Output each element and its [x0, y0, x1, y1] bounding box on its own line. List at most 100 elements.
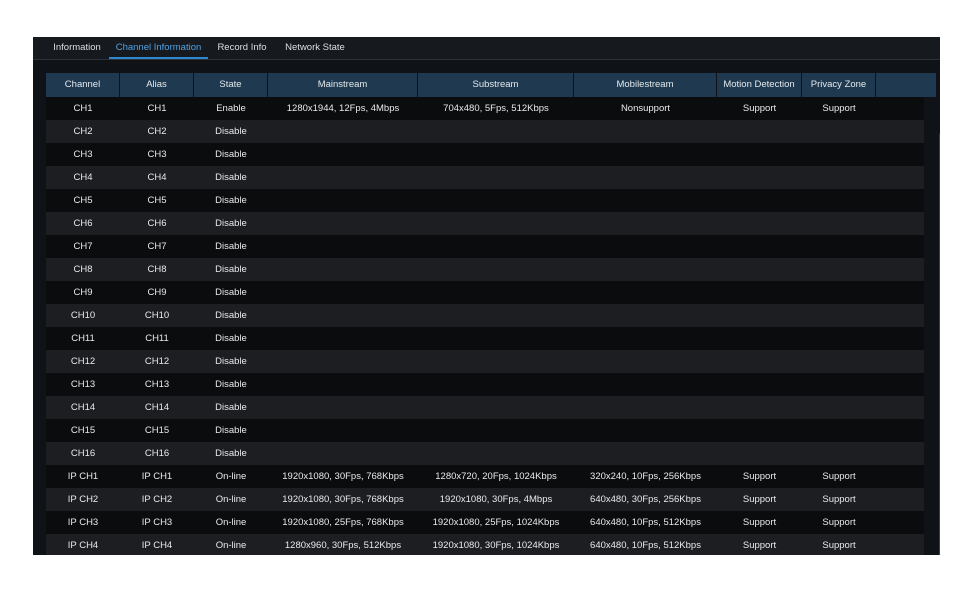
table-row[interactable]: IP CH2 IP CH2 On-line 1920x1080, 30Fps, 768…	[46, 488, 924, 511]
cell-channel: IP CH2	[67, 494, 99, 505]
cell-alias: CH1	[147, 103, 167, 114]
cell-state: On-line	[215, 471, 247, 482]
table-row[interactable]: CH9 CH9 Disable	[46, 281, 924, 304]
cell-alias: CH6	[147, 218, 167, 229]
cell-privacy-zone	[802, 304, 876, 327]
cell-privacy-zone	[802, 235, 876, 258]
cell-motion-detection	[717, 327, 802, 350]
table-row[interactable]: CH11 CH11 Disable	[46, 327, 924, 350]
cell-privacy-zone	[802, 281, 876, 304]
cell-mobilestream	[574, 235, 717, 258]
cell-motion-detection	[717, 166, 802, 189]
cell-privacy-zone	[802, 212, 876, 235]
table-row[interactable]: CH10 CH10 Disable	[46, 304, 924, 327]
cell-alias: CH15	[144, 425, 170, 436]
cell-substream	[418, 304, 574, 327]
cell-privacy-zone: Support	[822, 517, 856, 528]
cell-mobilestream: Nonsupport	[620, 103, 671, 114]
cell-channel: CH10	[70, 310, 96, 321]
cell-substream: 1280x720, 20Fps, 1024Kbps	[435, 471, 557, 482]
cell-privacy-zone: Support	[822, 494, 856, 505]
cell-state: On-line	[215, 494, 247, 505]
cell-alias: CH13	[144, 379, 170, 390]
cell-alias: CH16	[144, 448, 170, 459]
cell-motion-detection	[717, 350, 802, 373]
cell-mobilestream: 640x480, 10Fps, 512Kbps	[590, 540, 701, 551]
tab-record-info[interactable]: Record Info	[210, 37, 274, 59]
cell-state: Disable	[215, 379, 247, 390]
cell-mobilestream	[574, 166, 717, 189]
cell-mainstream	[268, 143, 418, 166]
cell-alias: CH8	[147, 264, 167, 275]
cell-mobilestream	[574, 304, 717, 327]
cell-channel: CH2	[73, 126, 93, 137]
cell-alias: CH14	[144, 402, 170, 413]
table-row[interactable]: CH7 CH7 Disable	[46, 235, 924, 258]
cell-mobilestream	[574, 212, 717, 235]
table-row[interactable]: CH8 CH8 Disable	[46, 258, 924, 281]
cell-privacy-zone	[802, 258, 876, 281]
cell-channel: CH15	[70, 425, 96, 436]
cell-mobilestream: 640x480, 30Fps, 256Kbps	[590, 494, 701, 505]
cell-mainstream	[268, 120, 418, 143]
table-row[interactable]: IP CH4 IP CH4 On-line 1280x960, 30Fps, 512K…	[46, 534, 924, 555]
cell-mainstream	[268, 396, 418, 419]
table-row[interactable]: CH2 CH2 Disable	[46, 120, 924, 143]
cell-mainstream	[268, 189, 418, 212]
cell-substream	[418, 120, 574, 143]
table-row[interactable]: CH12 CH12 Disable	[46, 350, 924, 373]
column-header-state: State	[194, 73, 268, 97]
cell-mobilestream: 640x480, 10Fps, 512Kbps	[590, 517, 701, 528]
cell-motion-detection	[717, 212, 802, 235]
cell-channel: IP CH3	[67, 517, 99, 528]
table-row[interactable]: CH1 CH1 Enable 1280x1944, 12Fps, 4Mbps 704x4…	[46, 97, 924, 120]
cell-alias: CH4	[147, 172, 167, 183]
tab-bar: Information Channel Information Record I…	[33, 37, 940, 60]
cell-mainstream	[268, 166, 418, 189]
cell-substream	[418, 373, 574, 396]
vertical-scrollbar[interactable]	[939, 133, 940, 555]
cell-channel: CH6	[73, 218, 93, 229]
table-row[interactable]: CH3 CH3 Disable	[46, 143, 924, 166]
cell-privacy-zone: Support	[822, 540, 856, 551]
cell-state: Disable	[215, 287, 247, 298]
cell-mainstream: 1920x1080, 30Fps, 768Kbps	[282, 494, 404, 505]
cell-substream	[418, 281, 574, 304]
cell-alias: IP CH2	[141, 494, 173, 505]
cell-alias: CH10	[144, 310, 170, 321]
table-row[interactable]: CH13 CH13 Disable	[46, 373, 924, 396]
table-row[interactable]: CH16 CH16 Disable	[46, 442, 924, 465]
cell-channel: IP CH1	[67, 471, 99, 482]
cell-substream	[418, 442, 574, 465]
table-row[interactable]: IP CH3 IP CH3 On-line 1920x1080, 25Fps, 768…	[46, 511, 924, 534]
table-row[interactable]: CH14 CH14 Disable	[46, 396, 924, 419]
tab-network-state[interactable]: Network State	[276, 37, 354, 59]
cell-mainstream: 1920x1080, 30Fps, 768Kbps	[282, 471, 404, 482]
tab-information[interactable]: Information	[41, 37, 113, 59]
cell-mobilestream	[574, 327, 717, 350]
table-row[interactable]: IP CH1 IP CH1 On-line 1920x1080, 30Fps, 768…	[46, 465, 924, 488]
cell-state: On-line	[215, 517, 247, 528]
table-row[interactable]: CH6 CH6 Disable	[46, 212, 924, 235]
column-header-spacer	[876, 73, 936, 97]
cell-mobilestream	[574, 373, 717, 396]
column-header-alias: Alias	[120, 73, 194, 97]
cell-state: Disable	[215, 218, 247, 229]
cell-substream	[418, 396, 574, 419]
table-row[interactable]: CH15 CH15 Disable	[46, 419, 924, 442]
cell-motion-detection: Support	[742, 494, 777, 505]
cell-alias: CH7	[147, 241, 167, 252]
table-row[interactable]: CH4 CH4 Disable	[46, 166, 924, 189]
cell-channel: CH8	[73, 264, 93, 275]
cell-motion-detection	[717, 304, 802, 327]
cell-state: Disable	[215, 333, 247, 344]
cell-motion-detection	[717, 258, 802, 281]
cell-substream	[418, 166, 574, 189]
cell-state: Disable	[215, 448, 247, 459]
tab-channel-information[interactable]: Channel Information	[109, 37, 208, 59]
cell-alias: IP CH4	[141, 540, 173, 551]
cell-channel: CH3	[73, 149, 93, 160]
cell-motion-detection: Support	[742, 471, 777, 482]
table-row[interactable]: CH5 CH5 Disable	[46, 189, 924, 212]
channel-information-window: Information Channel Information Record I…	[33, 37, 940, 555]
